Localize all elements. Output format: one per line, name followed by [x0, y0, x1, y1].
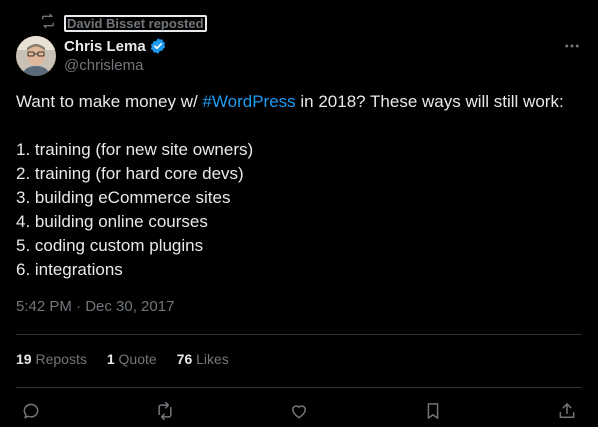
tweet-text-part: Want to make money w/: [16, 92, 203, 111]
author-name-row[interactable]: Chris Lema: [64, 37, 167, 55]
reposts-stat[interactable]: 19 Reposts: [16, 351, 87, 367]
hashtag-link[interactable]: #WordPress: [202, 92, 295, 111]
engagement-stats: 19 Reposts 1 Quote 76 Likes: [16, 351, 229, 367]
quotes-label: Quote: [118, 351, 157, 367]
repost-icon[interactable]: [150, 398, 180, 424]
share-icon[interactable]: [552, 398, 582, 424]
list-item: 5. coding custom plugins: [16, 236, 204, 255]
like-icon[interactable]: [284, 398, 314, 424]
tweet-text: Want to make money w/ #WordPress in 2018…: [16, 90, 586, 282]
list-item: 2. training (for hard core devs): [16, 164, 244, 183]
divider: [16, 334, 582, 335]
quotes-count: 1: [106, 351, 115, 367]
list-item: 4. building online courses: [16, 212, 208, 231]
author-name[interactable]: Chris Lema: [64, 38, 146, 55]
bookmark-icon[interactable]: [418, 398, 448, 424]
divider: [16, 387, 582, 388]
more-options-icon[interactable]: [562, 38, 582, 54]
repost-icon: [40, 13, 56, 34]
likes-count: 76: [176, 351, 193, 367]
repost-indicator: David Bisset reposted: [40, 13, 207, 34]
action-bar: [16, 398, 582, 424]
likes-stat[interactable]: 76 Likes: [177, 351, 229, 367]
list-item: 6. integrations: [16, 260, 123, 279]
list-item: 3. building eCommerce sites: [16, 188, 231, 207]
reposts-label: Reposts: [35, 351, 87, 367]
list-item: 1. training (for new site owners): [16, 140, 254, 159]
reposts-count: 19: [16, 351, 32, 367]
quotes-stat[interactable]: 1 Quote: [107, 351, 157, 367]
repost-text[interactable]: David Bisset reposted: [64, 15, 207, 32]
author-handle[interactable]: @chrislema: [64, 57, 143, 74]
verified-badge-icon: [149, 37, 167, 55]
likes-label: Likes: [196, 351, 229, 367]
tweet-text-part: in 2018? These ways will still work:: [295, 92, 564, 111]
tweet-timestamp[interactable]: 5:42 PM · Dec 30, 2017: [16, 298, 174, 315]
tweet-line-1: Want to make money w/ #WordPress in 2018…: [16, 90, 586, 114]
avatar[interactable]: [16, 36, 56, 76]
reply-icon[interactable]: [16, 398, 46, 424]
